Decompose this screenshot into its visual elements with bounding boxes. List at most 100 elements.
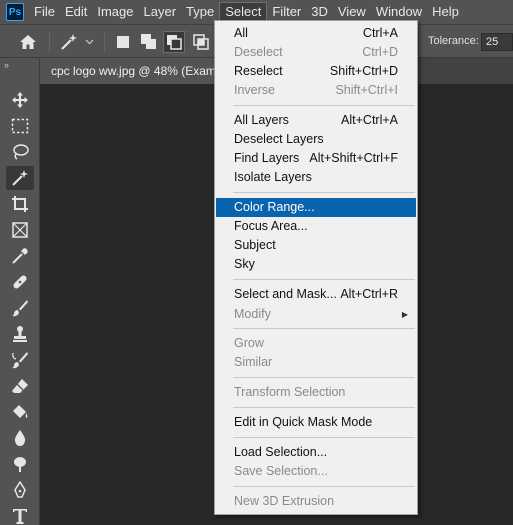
menu-item-label: Find Layers xyxy=(234,151,300,165)
menu-3d[interactable]: 3D xyxy=(306,2,333,22)
home-icon[interactable] xyxy=(16,32,40,52)
menu-item-shortcut: Alt+Shift+Ctrl+F xyxy=(309,151,398,165)
magic-wand-preset-icon[interactable] xyxy=(58,32,80,52)
menu-layer[interactable]: Layer xyxy=(139,2,182,22)
menu-item-modify: Modify ▶ xyxy=(216,305,416,324)
menu-item-shortcut: Alt+Ctrl+A xyxy=(341,113,398,127)
subtract-from-selection-icon[interactable] xyxy=(163,31,185,53)
menu-item-label: Reselect xyxy=(234,64,283,78)
menu-separator xyxy=(233,192,415,193)
menu-item-label: Focus Area... xyxy=(234,219,308,233)
menu-item-label: Modify xyxy=(234,307,271,321)
move-tool-icon[interactable] xyxy=(6,88,34,112)
photoshop-logo-icon: Ps xyxy=(6,3,24,21)
submenu-arrow-icon: ▶ xyxy=(401,310,408,319)
menu-item-shortcut: Ctrl+D xyxy=(362,45,398,59)
menu-file[interactable]: File xyxy=(29,2,60,22)
intersect-selection-icon[interactable] xyxy=(191,32,211,52)
menu-help[interactable]: Help xyxy=(427,2,464,22)
menu-item-label: Inverse xyxy=(234,83,275,97)
menu-item-grow: Grow xyxy=(216,334,416,353)
dodge-icon[interactable] xyxy=(6,452,34,476)
clone-stamp-icon[interactable] xyxy=(6,322,34,346)
menu-item-label: Select and Mask... xyxy=(234,287,337,301)
lasso-icon[interactable] xyxy=(6,140,34,164)
menu-item-label: Load Selection... xyxy=(234,445,328,459)
menu-item-label: Deselect xyxy=(234,45,283,59)
menu-item-color-range[interactable]: Color Range... xyxy=(216,198,416,217)
menu-select[interactable]: Select xyxy=(219,2,268,22)
menu-separator xyxy=(233,377,415,378)
menu-item-label: Save Selection... xyxy=(234,464,328,478)
menu-item-label: Edit in Quick Mask Mode xyxy=(234,415,373,429)
menu-item-label: New 3D Extrusion xyxy=(234,494,335,508)
menu-separator xyxy=(233,407,415,408)
menu-item-transform-selection: Transform Selection xyxy=(216,383,416,402)
menu-item-reselect[interactable]: Reselect Shift+Ctrl+D xyxy=(216,62,416,81)
menu-item-label: Sky xyxy=(234,257,255,271)
chevron-down-icon[interactable] xyxy=(83,32,95,52)
menu-item-label: Isolate Layers xyxy=(234,170,312,184)
tolerance-input[interactable]: 25 xyxy=(481,33,513,51)
crop-icon[interactable] xyxy=(6,192,34,216)
menu-type[interactable]: Type xyxy=(181,2,219,22)
menu-item-sky[interactable]: Sky xyxy=(216,255,416,274)
menu-item-isolate-layers[interactable]: Isolate Layers xyxy=(216,168,416,187)
eraser-icon[interactable] xyxy=(6,374,34,398)
menu-item-label: Deselect Layers xyxy=(234,132,324,146)
menu-item-shortcut: Alt+Ctrl+R xyxy=(340,287,398,301)
menu-item-label: Grow xyxy=(234,336,264,350)
type-tool-icon[interactable] xyxy=(6,504,34,525)
menu-item-label: Transform Selection xyxy=(234,385,346,399)
menu-item-shortcut: Ctrl+A xyxy=(362,26,398,40)
document-tab[interactable]: cpc logo ww.jpg @ 48% (Examc xyxy=(40,58,220,84)
pen-icon[interactable] xyxy=(6,478,34,502)
menu-filter[interactable]: Filter xyxy=(267,2,306,22)
paint-bucket-icon[interactable] xyxy=(6,400,34,424)
menu-view[interactable]: View xyxy=(333,2,371,22)
menu-item-select-and-mask[interactable]: Select and Mask... Alt+Ctrl+R xyxy=(216,285,416,304)
tools-panel: » xyxy=(0,58,40,525)
menu-item-similar: Similar xyxy=(216,353,416,372)
select-menu-dropdown: All Ctrl+A Deselect Ctrl+D Reselect Shif… xyxy=(214,20,418,515)
menu-separator xyxy=(233,437,415,438)
menu-image[interactable]: Image xyxy=(92,2,138,22)
eyedropper-icon[interactable] xyxy=(6,244,34,268)
rectangular-marquee-icon[interactable] xyxy=(6,114,34,138)
menu-item-subject[interactable]: Subject xyxy=(216,236,416,255)
menu-item-new-3d-extrusion: New 3D Extrusion xyxy=(216,492,416,511)
blur-icon[interactable] xyxy=(6,426,34,450)
tolerance-label: Tolerance: xyxy=(428,35,479,47)
menu-item-focus-area[interactable]: Focus Area... xyxy=(216,217,416,236)
menu-separator xyxy=(233,486,415,487)
history-brush-icon[interactable] xyxy=(6,348,34,372)
menu-item-label: All xyxy=(234,26,248,40)
brush-icon[interactable] xyxy=(6,296,34,320)
frame-icon[interactable] xyxy=(6,218,34,242)
menu-edit[interactable]: Edit xyxy=(60,2,92,22)
menu-separator xyxy=(233,279,415,280)
menu-item-shortcut: Shift+Ctrl+I xyxy=(335,83,398,97)
menu-item-inverse: Inverse Shift+Ctrl+I xyxy=(216,81,416,100)
menu-item-save-selection: Save Selection... xyxy=(216,462,416,481)
menu-item-all-layers[interactable]: All Layers Alt+Ctrl+A xyxy=(216,111,416,130)
new-selection-icon[interactable] xyxy=(113,32,133,52)
menu-item-label: Color Range... xyxy=(234,200,315,214)
menu-item-label: Subject xyxy=(234,238,276,252)
menu-separator xyxy=(233,328,415,329)
menu-item-deselect-layers[interactable]: Deselect Layers xyxy=(216,130,416,149)
menu-item-find-layers[interactable]: Find Layers Alt+Shift+Ctrl+F xyxy=(216,149,416,168)
menu-item-all[interactable]: All Ctrl+A xyxy=(216,24,416,43)
menu-item-label: Similar xyxy=(234,355,273,369)
healing-brush-icon[interactable] xyxy=(6,270,34,294)
menu-item-load-selection[interactable]: Load Selection... xyxy=(216,443,416,462)
menu-window[interactable]: Window xyxy=(371,2,427,22)
magic-wand-icon[interactable] xyxy=(6,166,34,190)
add-to-selection-icon[interactable] xyxy=(139,32,159,52)
menu-item-quick-mask[interactable]: Edit in Quick Mask Mode xyxy=(216,413,416,432)
menu-item-deselect: Deselect Ctrl+D xyxy=(216,43,416,62)
menu-item-shortcut: Shift+Ctrl+D xyxy=(329,64,398,78)
collapse-toolbar-icon[interactable]: » xyxy=(4,60,9,70)
menu-separator xyxy=(233,105,415,106)
menu-item-label: All Layers xyxy=(234,113,289,127)
